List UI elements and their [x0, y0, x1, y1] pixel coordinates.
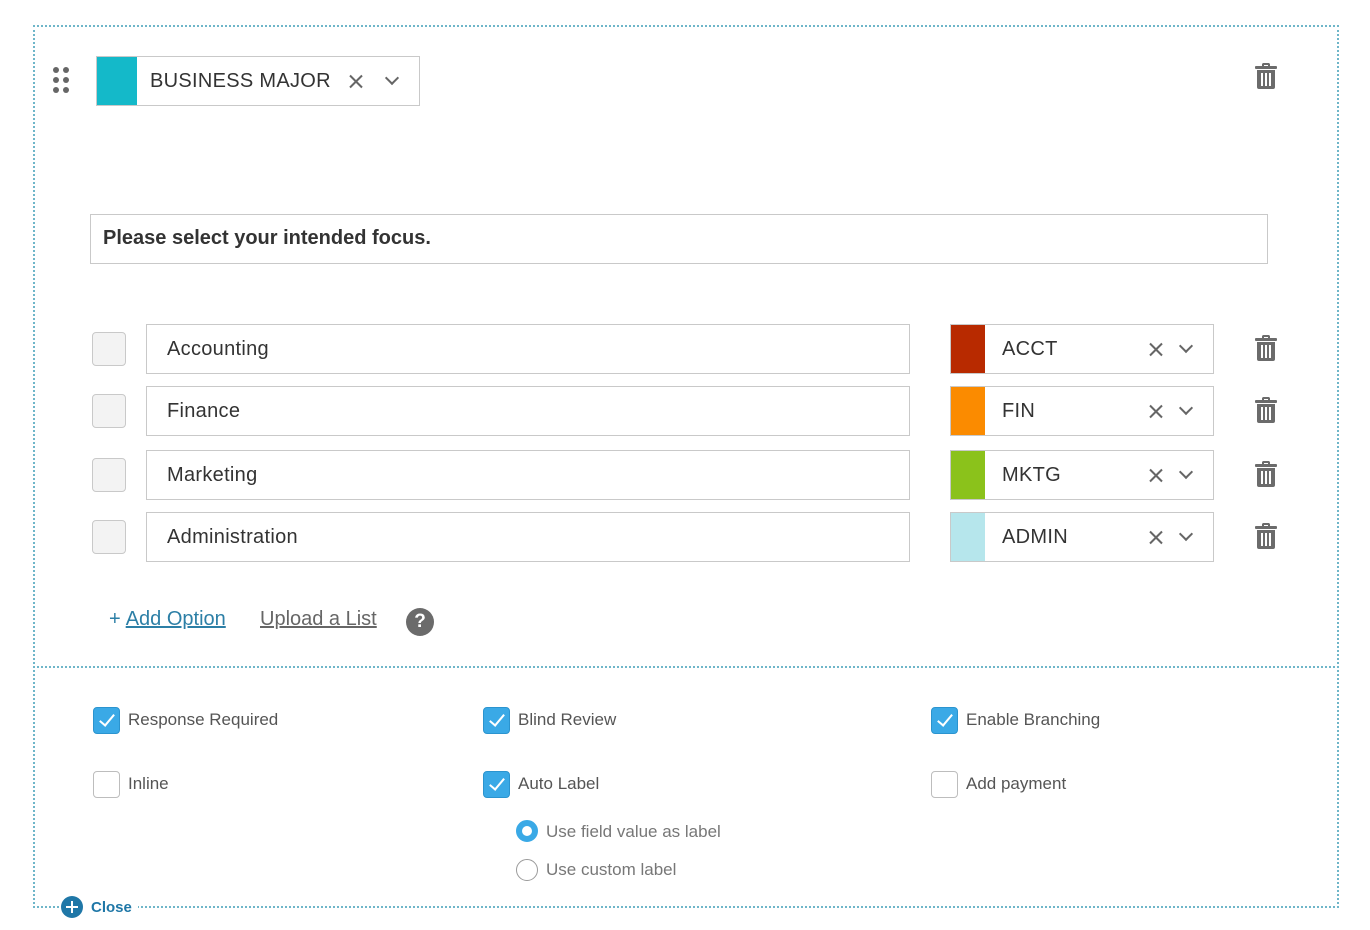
- blind-review-label: Blind Review: [518, 710, 617, 729]
- enable-branching-label: Enable Branching: [966, 710, 1101, 729]
- option-tag-label: MKTG: [1002, 463, 1061, 486]
- question-input[interactable]: Please select your intended focus.: [90, 214, 1268, 264]
- option-text-input[interactable]: Administration: [146, 512, 910, 562]
- chevron-down-icon[interactable]: [1178, 400, 1194, 416]
- close-icon[interactable]: [1149, 468, 1163, 482]
- close-label: Close: [91, 898, 132, 916]
- drag-handle-icon[interactable]: [53, 67, 73, 95]
- option-tag-select[interactable]: MKTG: [950, 450, 1214, 500]
- trash-icon[interactable]: [1255, 397, 1277, 423]
- option-tag-label: ADMIN: [1002, 525, 1068, 548]
- option-tag-select[interactable]: ADMIN: [950, 512, 1214, 562]
- option-tag-label: ACCT: [1002, 337, 1058, 360]
- trash-icon[interactable]: [1255, 63, 1277, 89]
- custom-label-text: Use custom label: [546, 860, 677, 879]
- chevron-down-icon[interactable]: [1178, 464, 1194, 480]
- chevron-down-icon[interactable]: [1178, 526, 1194, 542]
- option-default-checkbox[interactable]: [92, 458, 126, 492]
- chevron-down-icon[interactable]: [1178, 338, 1194, 354]
- close-icon[interactable]: [1149, 530, 1163, 544]
- option-text-input[interactable]: Marketing: [146, 450, 910, 500]
- enable-branching-checkbox[interactable]: [931, 707, 958, 734]
- close-icon[interactable]: [1149, 342, 1163, 356]
- trash-icon[interactable]: [1255, 335, 1277, 361]
- field-value-label-text: Use field value as label: [546, 822, 721, 841]
- blind-review-checkbox[interactable]: [483, 707, 510, 734]
- trash-icon[interactable]: [1255, 523, 1277, 549]
- inline-checkbox[interactable]: [93, 771, 120, 798]
- option-text-input[interactable]: Accounting: [146, 324, 910, 374]
- plus-icon: +: [109, 608, 121, 630]
- inline-label: Inline: [128, 774, 169, 793]
- help-icon[interactable]: ?: [406, 608, 434, 636]
- option-default-checkbox[interactable]: [92, 332, 126, 366]
- add-payment-checkbox[interactable]: [931, 771, 958, 798]
- auto-label-checkbox[interactable]: [483, 771, 510, 798]
- option-color-swatch: [951, 325, 985, 373]
- auto-label-label: Auto Label: [518, 774, 600, 793]
- option-tag-select[interactable]: FIN: [950, 386, 1214, 436]
- option-color-swatch: [951, 513, 985, 561]
- response-required-label: Response Required: [128, 710, 279, 729]
- close-icon[interactable]: [1149, 404, 1163, 418]
- category-label: BUSINESS MAJOR: [150, 69, 331, 92]
- option-default-checkbox[interactable]: [92, 394, 126, 428]
- custom-label-radio[interactable]: [516, 859, 538, 881]
- add-option-link[interactable]: + Add Option: [109, 608, 226, 631]
- close-icon[interactable]: [349, 74, 363, 88]
- option-text-input[interactable]: Finance: [146, 386, 910, 436]
- option-color-swatch: [951, 451, 985, 499]
- option-color-swatch: [951, 387, 985, 435]
- close-button[interactable]: Close: [61, 896, 138, 918]
- category-select[interactable]: BUSINESS MAJOR: [96, 56, 420, 106]
- category-color-swatch: [97, 57, 137, 105]
- chevron-down-icon[interactable]: [384, 70, 400, 86]
- field-settings-panel: [33, 666, 1339, 908]
- add-payment-label: Add payment: [966, 774, 1067, 793]
- trash-icon[interactable]: [1255, 461, 1277, 487]
- plus-circle-icon: [61, 896, 83, 918]
- field-value-label-radio[interactable]: [516, 820, 538, 842]
- upload-list-link[interactable]: Upload a List: [260, 608, 377, 631]
- option-tag-select[interactable]: ACCT: [950, 324, 1214, 374]
- option-default-checkbox[interactable]: [92, 520, 126, 554]
- response-required-checkbox[interactable]: [93, 707, 120, 734]
- option-tag-label: FIN: [1002, 399, 1036, 422]
